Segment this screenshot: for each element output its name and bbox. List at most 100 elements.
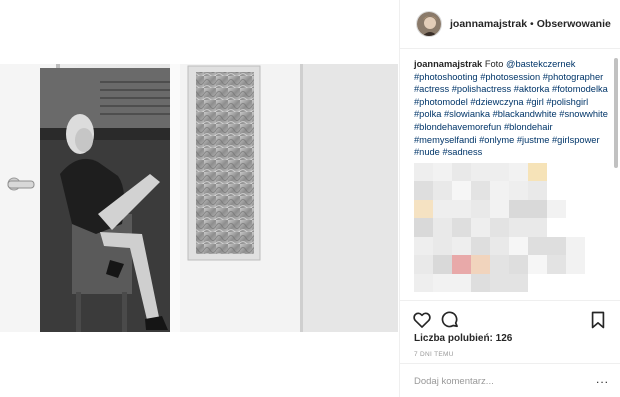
hashtag-link[interactable]: #snowwhite	[559, 109, 608, 119]
hashtag-link[interactable]: #photographer	[543, 72, 603, 82]
blur-pixel	[547, 199, 566, 219]
blur-pixel	[471, 218, 490, 237]
hashtag-link[interactable]: #memyselfandi	[414, 135, 477, 145]
hashtag-link[interactable]: #nude	[414, 147, 440, 157]
hashtag-link[interactable]: #onlyme	[479, 135, 514, 145]
hashtag-link[interactable]: #justme	[517, 135, 550, 145]
blur-pixel	[490, 255, 509, 274]
blur-pixel	[547, 255, 566, 274]
blur-pixel	[471, 181, 490, 200]
blur-pixel	[452, 162, 471, 182]
blur-pixel	[414, 181, 433, 200]
post-photo[interactable]	[0, 64, 398, 332]
blur-pixel	[490, 273, 509, 293]
blur-pixel	[509, 199, 528, 219]
blur-pixel	[528, 181, 547, 200]
blur-pixel	[414, 255, 433, 274]
hashtag-link[interactable]: #polka	[414, 109, 441, 119]
comment-input[interactable]	[414, 372, 584, 390]
caption-tags: @bastekczernek #photoshooting #photosess…	[414, 59, 608, 157]
more-options-button[interactable]: ...	[596, 373, 609, 385]
comment-icon[interactable]	[440, 310, 460, 330]
caption-text: Foto	[484, 59, 504, 69]
blur-pixel	[414, 162, 433, 182]
blur-pixel	[509, 181, 528, 200]
blur-pixel	[471, 236, 490, 256]
blur-pixel	[490, 199, 509, 219]
avatar-image	[417, 12, 441, 36]
hashtag-link[interactable]: #girl	[526, 97, 544, 107]
likes-count[interactable]: Liczba polubień: 126	[414, 333, 512, 344]
blur-pixel	[433, 236, 452, 256]
header-text: joannamajstrak • Obserwowanie	[450, 18, 611, 30]
hashtag-link[interactable]: #photomodel	[414, 97, 468, 107]
blur-pixel	[433, 162, 452, 182]
post-side-panel: joannamajstrak • Obserwowanie joannamajstr…	[399, 0, 620, 397]
post-header: joannamajstrak • Obserwowanie	[400, 0, 620, 49]
blur-pixel	[490, 218, 509, 237]
blur-pixel	[414, 199, 433, 219]
blur-pixel	[509, 218, 528, 237]
hashtag-link[interactable]: #dziewczyna	[470, 97, 523, 107]
blur-pixel	[433, 255, 452, 274]
blur-pixel	[452, 273, 471, 293]
blur-pixel	[528, 162, 547, 182]
hashtag-link[interactable]: #blackandwhite	[493, 109, 557, 119]
blur-pixel	[452, 199, 471, 219]
caption-area: joannamajstrak Foto @bastekczernek #phot…	[400, 49, 620, 300]
blur-pixel	[471, 162, 490, 182]
blur-pixel	[528, 218, 547, 237]
follow-button[interactable]: Obserwowanie	[537, 18, 611, 30]
blur-pixel	[433, 218, 452, 237]
blur-pixel	[509, 162, 528, 182]
mention-link[interactable]: @bastekczernek	[506, 59, 575, 69]
likes-number: 126	[495, 333, 513, 344]
caption-username[interactable]: joannamajstrak	[414, 59, 482, 69]
post-media-area	[0, 0, 398, 397]
black-and-white-photo	[0, 64, 398, 332]
avatar[interactable]	[416, 11, 442, 37]
blur-pixel	[452, 181, 471, 200]
hashtag-link[interactable]: #blondehair	[504, 122, 553, 132]
blur-pixel	[490, 181, 509, 200]
hashtag-link[interactable]: #girlspower	[552, 135, 600, 145]
blur-pixel	[471, 199, 490, 219]
hashtag-link[interactable]: #aktorka	[514, 84, 550, 94]
header-username[interactable]: joannamajstrak	[450, 18, 527, 30]
blur-pixel	[452, 255, 471, 274]
caption: joannamajstrak Foto @bastekczernek #phot…	[414, 58, 609, 159]
blur-pixel	[452, 218, 471, 237]
blur-pixel	[433, 181, 452, 200]
blur-pixel	[471, 273, 490, 293]
likes-label: Liczba polubień:	[414, 333, 493, 344]
blur-pixel	[528, 199, 547, 219]
blur-pixel	[490, 236, 509, 256]
blur-pixel	[528, 236, 547, 256]
hashtag-link[interactable]: #photoshooting	[414, 72, 478, 82]
comments-scrollbar[interactable]	[614, 58, 618, 168]
blur-pixel	[433, 273, 452, 293]
hashtag-link[interactable]: #blondehavemorefun	[414, 122, 501, 132]
hashtag-link[interactable]: #sadness	[442, 147, 482, 157]
blur-pixel	[414, 218, 433, 237]
hashtag-link[interactable]: #polishgirl	[546, 97, 588, 107]
comment-bar: ...	[400, 363, 620, 397]
blur-pixel	[414, 273, 433, 293]
blur-pixel	[452, 236, 471, 256]
hashtag-link[interactable]: #actress	[414, 84, 449, 94]
hashtag-link[interactable]: #slowianka	[444, 109, 490, 119]
blur-pixel	[490, 162, 509, 182]
blur-pixel	[547, 236, 566, 256]
blur-pixel	[528, 255, 547, 274]
heart-icon[interactable]	[412, 310, 432, 330]
blur-pixel	[414, 236, 433, 256]
blur-pixel	[471, 255, 490, 274]
blur-pixel	[566, 255, 585, 274]
blur-pixel	[509, 273, 528, 293]
post-timestamp[interactable]: 7 DNI TEMU	[414, 351, 454, 358]
hashtag-link[interactable]: #photosession	[480, 72, 540, 82]
header-separator: •	[530, 18, 534, 30]
hashtag-link[interactable]: #fotomodelka	[552, 84, 608, 94]
hashtag-link[interactable]: #polishactress	[452, 84, 511, 94]
bookmark-icon[interactable]	[588, 310, 608, 330]
